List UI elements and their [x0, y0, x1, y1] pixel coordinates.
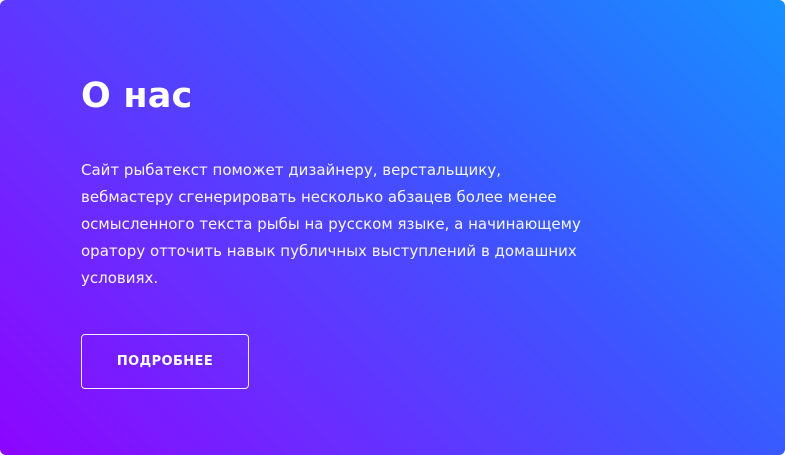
more-button[interactable]: ПОДРОБНЕЕ	[81, 334, 249, 389]
section-title: О нас	[81, 76, 193, 116]
about-section: О нас Сайт рыбатекст поможет дизайнеру, …	[0, 0, 785, 455]
section-description: Сайт рыбатекст поможет дизайнеру, верста…	[81, 161, 581, 287]
